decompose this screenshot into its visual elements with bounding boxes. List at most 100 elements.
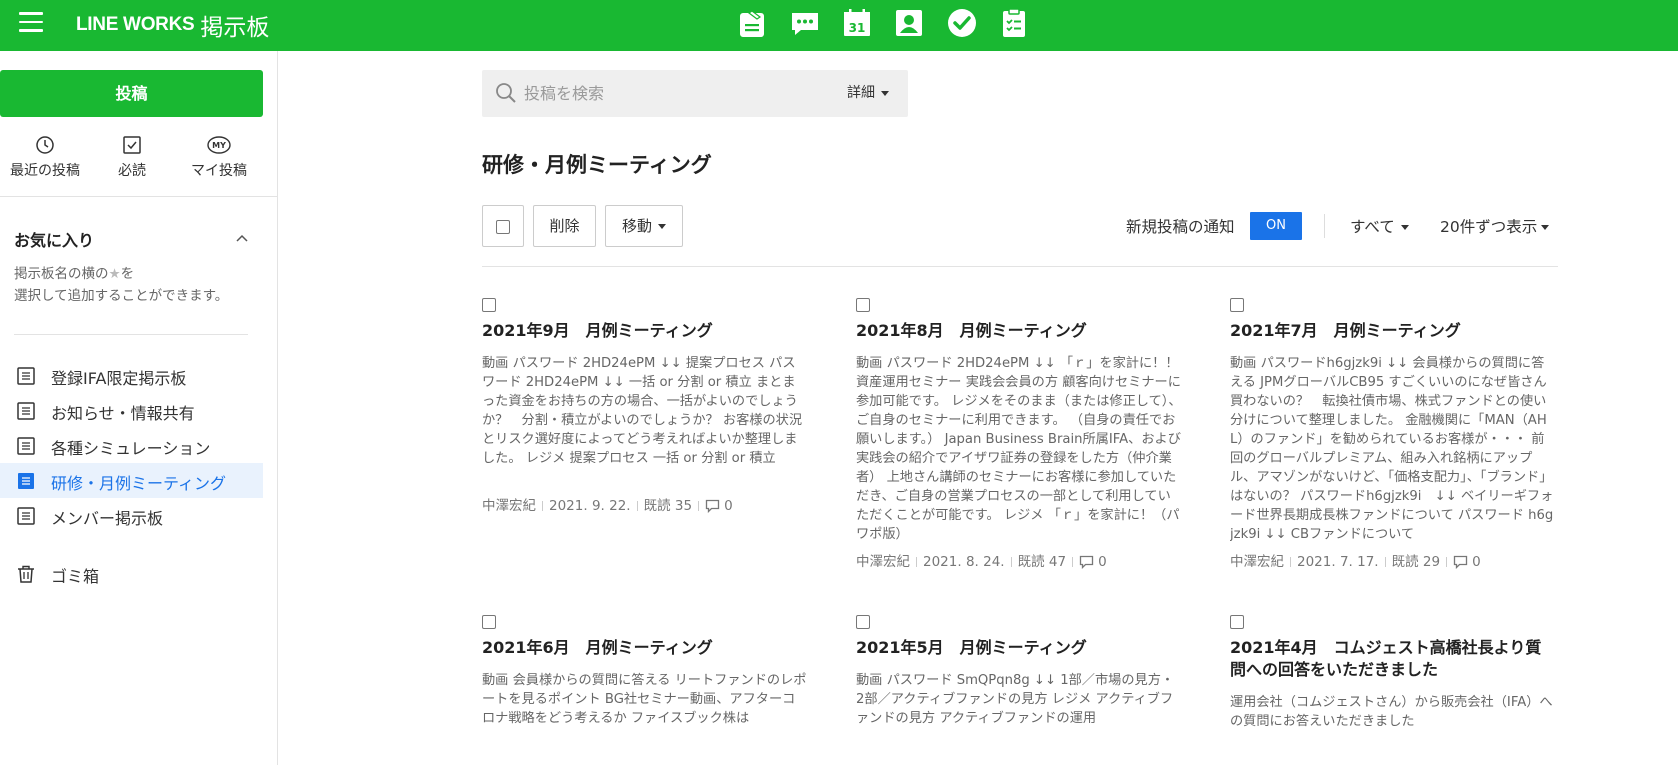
sidebar-item-board-1[interactable]: 登録IFA限定掲示板 bbox=[0, 358, 263, 393]
post-card[interactable]: 2021年8月 月例ミーティング 動画 パスワード 2HD24ePM ↓↓ 「ｒ… bbox=[856, 298, 1186, 578]
chevron-up-icon[interactable] bbox=[236, 234, 248, 242]
post-checkbox[interactable] bbox=[1230, 615, 1244, 629]
sidebar: 投稿 最近の投稿 必読 MY マイ投稿 お気に入り 掲示板名の横の★を 選択して… bbox=[0, 51, 278, 765]
recent-posts-button[interactable]: 最近の投稿 bbox=[0, 135, 90, 180]
post-card[interactable]: 2021年7月 月例ミーティング 動画 パスワードh6gjzk9i ↓↓ 会員様… bbox=[1230, 298, 1560, 578]
must-read-button[interactable]: 必読 bbox=[87, 135, 177, 180]
menu-icon[interactable] bbox=[19, 12, 43, 32]
recent-posts-label: 最近の投稿 bbox=[10, 163, 80, 179]
top-bar: LINE WORKS 掲示板 31 bbox=[0, 0, 1678, 51]
board-icon[interactable] bbox=[736, 7, 768, 39]
toolbar-separator bbox=[1324, 214, 1325, 238]
post-card[interactable]: 2021年9月 月例ミーティング 動画 パスワード 2HD24ePM ↓↓ 提案… bbox=[482, 298, 812, 528]
search-input[interactable] bbox=[524, 80, 814, 106]
caret-down-icon bbox=[658, 224, 666, 229]
brand-logo: LINE WORKS bbox=[76, 14, 195, 35]
chat-icon[interactable] bbox=[789, 7, 821, 39]
sidebar-item-board-4[interactable]: 研修・月例ミーティング bbox=[0, 463, 263, 498]
list-icon bbox=[18, 473, 34, 489]
contacts-icon[interactable] bbox=[893, 7, 925, 39]
post-checkbox[interactable] bbox=[482, 298, 496, 312]
post-button[interactable]: 投稿 bbox=[0, 70, 263, 117]
post-reads: 既読 29 bbox=[1391, 554, 1441, 570]
select-all-checkbox[interactable] bbox=[482, 205, 524, 247]
my-icon: MY bbox=[207, 136, 231, 154]
per-page-dropdown[interactable]: 20件ずつ表示 bbox=[1440, 215, 1550, 237]
search-icon[interactable] bbox=[495, 82, 517, 104]
post-title[interactable]: 2021年7月 月例ミーティング bbox=[1230, 320, 1560, 342]
must-read-label: 必読 bbox=[118, 163, 146, 179]
post-author: 中澤宏紀 bbox=[1230, 554, 1284, 570]
star-icon: ★ bbox=[108, 266, 121, 282]
comment-icon bbox=[705, 499, 720, 514]
post-checkbox[interactable] bbox=[856, 615, 870, 629]
post-checkbox[interactable] bbox=[482, 615, 496, 629]
post-checkbox[interactable] bbox=[1230, 298, 1244, 312]
search-detail-button[interactable]: 詳細 bbox=[847, 82, 889, 102]
post-meta: 中澤宏紀 2021. 9. 22. 既読 35 0 bbox=[482, 494, 733, 514]
post-body: 動画 会員様からの質問に答える リートファンドのレポートを見るポイント BG社セ… bbox=[482, 673, 807, 726]
sidebar-item-board-5[interactable]: メンバー掲示板 bbox=[0, 498, 263, 533]
post-card[interactable]: 2021年5月 月例ミーティング 動画 パスワード SmQPqn8g ↓↓ 1部… bbox=[856, 615, 1186, 765]
page-title: 研修・月例ミーティング bbox=[482, 153, 712, 177]
comment-icon bbox=[1079, 555, 1094, 570]
post-title[interactable]: 2021年5月 月例ミーティング bbox=[856, 637, 1186, 659]
sidebar-item-trash[interactable]: ゴミ箱 bbox=[0, 556, 263, 591]
notification-toggle[interactable]: ON bbox=[1250, 212, 1302, 240]
brand[interactable]: LINE WORKS 掲示板 bbox=[76, 8, 269, 42]
checkbox-box bbox=[496, 219, 510, 234]
post-title[interactable]: 2021年6月 月例ミーティング bbox=[482, 637, 812, 659]
list-icon bbox=[17, 437, 35, 455]
post-comments: 0 bbox=[724, 498, 733, 514]
post-body: 動画 パスワード SmQPqn8g ↓↓ 1部／市場の見方・2部／アクティブファ… bbox=[856, 673, 1175, 726]
search-detail-label: 詳細 bbox=[847, 85, 875, 101]
my-posts-button[interactable]: MY マイ投稿 bbox=[174, 135, 264, 180]
sidebar-item-board-2[interactable]: お知らせ・情報共有 bbox=[0, 393, 263, 428]
caret-down-icon bbox=[1400, 225, 1409, 230]
search-box bbox=[482, 70, 908, 117]
filter-dropdown[interactable]: すべて bbox=[1350, 215, 1409, 237]
post-title[interactable]: 2021年9月 月例ミーティング bbox=[482, 320, 812, 342]
post-date: 2021. 8. 24. bbox=[923, 554, 1005, 570]
post-title[interactable]: 2021年4月 コムジェスト高橋社長より質問への回答をいただきました bbox=[1230, 637, 1555, 681]
post-card[interactable]: 2021年6月 月例ミーティング 動画 会員様からの質問に答える リートファンド… bbox=[482, 615, 812, 765]
post-reads: 既読 35 bbox=[643, 498, 693, 514]
delete-button[interactable]: 削除 bbox=[533, 205, 596, 247]
app-name: 掲示板 bbox=[200, 15, 270, 41]
post-body: 動画 パスワード 2HD24ePM ↓↓ 「ｒ」を家計に！！ 資産運用セミナー … bbox=[856, 356, 1182, 542]
post-checkbox[interactable] bbox=[856, 298, 870, 312]
favorites-desc-1: 掲示板名の横の bbox=[14, 266, 109, 282]
check-square-icon bbox=[123, 136, 141, 154]
post-card[interactable]: 2021年4月 コムジェスト高橋社長より質問への回答をいただきました 運用会社（… bbox=[1230, 615, 1560, 765]
my-posts-label: マイ投稿 bbox=[191, 163, 247, 179]
post-comments: 0 bbox=[1472, 554, 1481, 570]
favorites-desc-3: 選択して追加することができます。 bbox=[14, 288, 229, 304]
post-date: 2021. 7. 17. bbox=[1297, 554, 1379, 570]
task-icon[interactable] bbox=[946, 7, 978, 39]
favorites-title: お気に入り bbox=[14, 231, 95, 250]
favorites-divider bbox=[14, 334, 248, 335]
move-label: 移動 bbox=[621, 217, 652, 235]
sidebar-divider bbox=[0, 196, 277, 197]
post-meta: 中澤宏紀 2021. 8. 24. 既読 47 0 bbox=[856, 550, 1107, 570]
toolbar-divider bbox=[482, 266, 1558, 267]
form-icon[interactable] bbox=[998, 7, 1030, 39]
sidebar-item-label: 各種シミュレーション bbox=[51, 439, 211, 458]
post-reads: 既読 47 bbox=[1017, 554, 1067, 570]
post-author: 中澤宏紀 bbox=[856, 554, 910, 570]
move-button[interactable]: 移動 bbox=[605, 205, 683, 247]
post-body: 動画 パスワードh6gjzk9i ↓↓ 会員様からの質問に答える JPMグローバ… bbox=[1230, 356, 1554, 542]
caret-down-icon bbox=[881, 90, 889, 96]
post-title[interactable]: 2021年8月 月例ミーティング bbox=[856, 320, 1186, 342]
list-icon bbox=[17, 507, 35, 525]
post-author: 中澤宏紀 bbox=[482, 498, 536, 514]
post-meta: 中澤宏紀 2021. 7. 17. 既読 29 0 bbox=[1230, 550, 1481, 570]
notification-label: 新規投稿の通知 bbox=[1126, 218, 1235, 236]
per-page-label: 20件ずつ表示 bbox=[1440, 218, 1538, 236]
favorites-desc-2: を bbox=[120, 266, 135, 282]
sidebar-item-label: お知らせ・情報共有 bbox=[51, 404, 195, 423]
sidebar-item-board-3[interactable]: 各種シミュレーション bbox=[0, 428, 263, 463]
trash-icon bbox=[18, 565, 34, 583]
trash-label: ゴミ箱 bbox=[51, 567, 100, 586]
calendar-icon[interactable]: 31 bbox=[841, 7, 873, 39]
